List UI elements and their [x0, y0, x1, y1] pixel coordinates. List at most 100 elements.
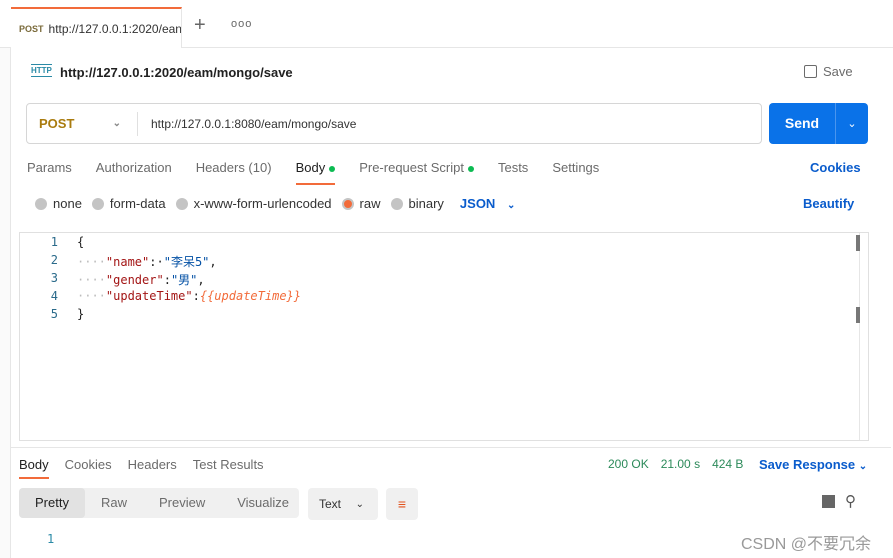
- radio-label: form-data: [109, 196, 166, 211]
- code-text: ····"name":·"李呆5",: [77, 255, 217, 269]
- resp-tab-headers[interactable]: Headers: [128, 457, 177, 472]
- send-label: Send: [769, 103, 836, 144]
- tab-method: POST: [19, 23, 44, 34]
- wrap-lines-icon[interactable]: ≡: [386, 488, 418, 520]
- code-text: ····"updateTime":{{updateTime}}: [77, 289, 301, 303]
- language-select[interactable]: JSON ⌄: [460, 196, 515, 211]
- save-button[interactable]: Save: [804, 64, 853, 79]
- chevron-down-icon: ⌄: [858, 461, 868, 472]
- view-raw[interactable]: Raw: [85, 488, 143, 518]
- format-select[interactable]: Text ⌄: [308, 488, 378, 520]
- json-comma: ,: [197, 273, 205, 287]
- radio-circle: [91, 197, 104, 210]
- editor-line: 5}: [20, 307, 84, 325]
- save-icon: [804, 65, 817, 78]
- line-number: 5: [50, 307, 58, 321]
- view-preview[interactable]: Preview: [143, 488, 221, 518]
- json-sep: :: [163, 273, 171, 287]
- url-bar: POST ⌄ http://127.0.0.1:8080/eam/mongo/sa…: [26, 103, 762, 144]
- radio-raw[interactable]: raw: [341, 196, 381, 211]
- json-comma: ,: [209, 255, 217, 269]
- radio-circle: [175, 197, 188, 210]
- json-key: "gender": [105, 273, 164, 287]
- editor-scrollbar[interactable]: [859, 233, 873, 440]
- tab-settings[interactable]: Settings: [552, 160, 599, 175]
- send-button[interactable]: Send ⌄: [769, 103, 868, 144]
- url-input[interactable]: http://127.0.0.1:8080/eam/mongo/save: [138, 117, 356, 131]
- watermark: CSDN @不要冗余: [741, 536, 872, 553]
- body-editor[interactable]: 1{ 2 ····"name":·"李呆5", 3 ····"gender":"男"…: [19, 232, 869, 441]
- language-label: JSON: [459, 196, 496, 211]
- divider: [11, 447, 891, 448]
- response-status: 200 OK 21.00 s 424 B: [608, 457, 743, 471]
- tab-params[interactable]: Params: [27, 160, 72, 175]
- json-key: "name": [105, 255, 150, 269]
- radio-label: none: [53, 196, 82, 211]
- status-code[interactable]: 200 OK: [608, 457, 649, 471]
- indicator-dot: [329, 165, 336, 172]
- radio-binary[interactable]: binary: [390, 196, 444, 211]
- more-options-icon[interactable]: ooo: [231, 18, 252, 30]
- radio-label: raw: [359, 196, 381, 211]
- radio-urlencoded[interactable]: x-www-form-urlencoded: [175, 196, 332, 211]
- beautify-link[interactable]: Beautify: [803, 196, 854, 211]
- line-number: 1: [50, 235, 58, 249]
- request-title[interactable]: http://127.0.0.1:2020/eam/mongo/save: [60, 65, 293, 80]
- tab-authorization[interactable]: Authorization: [96, 160, 172, 175]
- chevron-down-icon[interactable]: ⌄: [836, 117, 868, 130]
- resp-tab-test-results[interactable]: Test Results: [193, 457, 264, 472]
- response-view-tabs: Pretty Raw Preview Visualize: [19, 488, 299, 518]
- json-key: "updateTime": [105, 289, 193, 303]
- json-sep: :·: [149, 255, 164, 269]
- format-label: Text: [319, 497, 342, 511]
- http-icon: HTTP: [31, 64, 52, 77]
- chevron-down-icon: ⌄: [112, 118, 121, 129]
- indicator-dot: [467, 165, 474, 172]
- resp-tab-body[interactable]: Body: [19, 457, 49, 479]
- line-number: 3: [50, 271, 58, 285]
- radio-form-data[interactable]: form-data: [91, 196, 166, 211]
- tab-headers[interactable]: Headers (10): [196, 160, 272, 175]
- view-visualize[interactable]: Visualize: [221, 488, 305, 518]
- response-time[interactable]: 21.00 s: [661, 457, 700, 471]
- scrollbar-thumb[interactable]: [856, 307, 860, 323]
- tab-url: http://127.0.0.1:2020/ean: [48, 21, 182, 36]
- editor-line: 4 ····"updateTime":{{updateTime}}: [20, 289, 301, 307]
- radio-circle: [390, 197, 403, 210]
- save-label: Save: [823, 64, 853, 79]
- sidebar-strip: [0, 8, 11, 558]
- tab-pre-request-label: Pre-request Script: [359, 160, 464, 175]
- json-value: "男": [170, 273, 198, 287]
- editor-line: 3 ····"gender":"男",: [20, 271, 205, 289]
- response-tabs: Body Cookies Headers Test Results: [19, 457, 264, 479]
- request-tab[interactable]: POST http://127.0.0.1:2020/ean: [11, 7, 182, 48]
- method-select[interactable]: POST ⌄: [27, 111, 138, 136]
- radio-none[interactable]: none: [35, 196, 82, 211]
- save-response-label: Save Response: [759, 457, 856, 472]
- body-type-radios: none form-data x-www-form-urlencoded raw…: [35, 196, 515, 211]
- editor-line: 1{: [20, 235, 84, 253]
- view-pretty[interactable]: Pretty: [19, 488, 85, 518]
- method-label: POST: [39, 116, 75, 131]
- request-tabs: Params Authorization Headers (10) Body P…: [27, 160, 599, 185]
- tab-body-label: Body: [295, 160, 326, 175]
- chevron-down-icon: ⌄: [506, 200, 516, 211]
- resp-tab-cookies[interactable]: Cookies: [65, 457, 112, 472]
- code-text: {: [77, 235, 85, 249]
- environment-variable: {{updateTime}}: [199, 289, 301, 303]
- scrollbar-thumb[interactable]: [856, 235, 860, 251]
- line-number: 2: [50, 253, 58, 267]
- radio-circle-selected: [341, 197, 354, 210]
- radio-label: x-www-form-urlencoded: [193, 196, 332, 211]
- cookies-link[interactable]: Cookies: [810, 160, 861, 175]
- tab-body[interactable]: Body: [295, 160, 336, 185]
- search-icon[interactable]: ⚲: [845, 492, 856, 510]
- json-sep: :: [192, 289, 200, 303]
- save-response-button[interactable]: Save Response ⌄: [759, 457, 867, 472]
- response-size[interactable]: 424 B: [712, 457, 743, 471]
- response-line-number: 1: [47, 532, 55, 546]
- new-tab-plus-icon[interactable]: +: [194, 14, 206, 37]
- tab-tests[interactable]: Tests: [498, 160, 528, 175]
- tab-pre-request-script[interactable]: Pre-request Script: [359, 160, 474, 175]
- copy-icon[interactable]: [822, 495, 835, 508]
